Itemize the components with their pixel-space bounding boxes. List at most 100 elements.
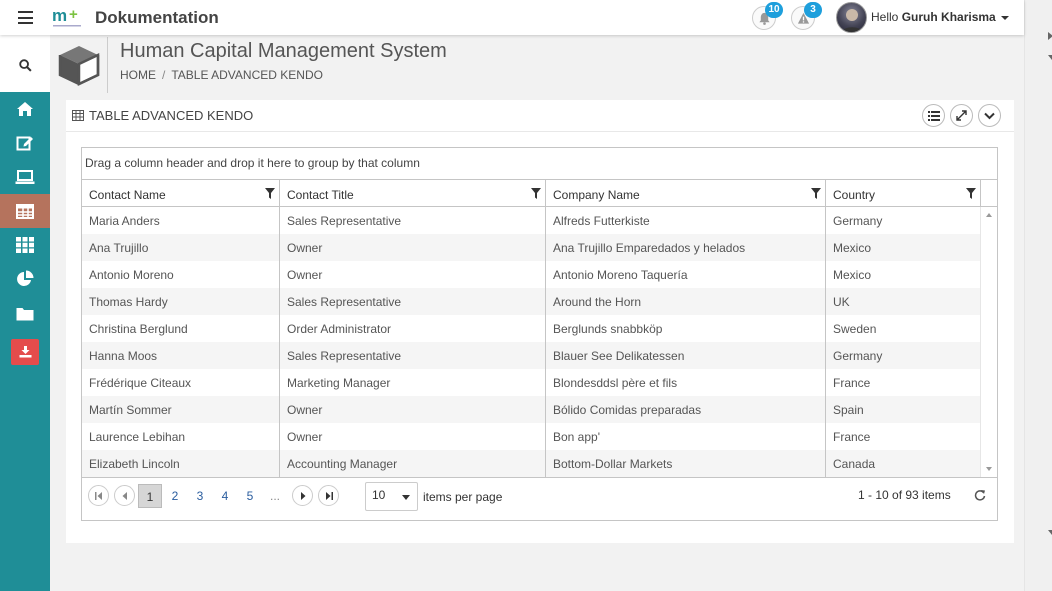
cell-contact-name: Laurence Lebihan (82, 423, 280, 450)
expand-button[interactable] (950, 104, 973, 127)
next-page-button[interactable] (292, 485, 313, 506)
table-row[interactable]: Martín Sommer Owner Bólido Comidas prepa… (82, 396, 980, 423)
sidebar-item-laptop[interactable] (0, 160, 50, 194)
page-button[interactable]: 4 (213, 484, 237, 508)
sidebar-item-download[interactable] (11, 339, 39, 365)
table-row[interactable]: Elizabeth Lincoln Accounting Manager Bot… (82, 450, 980, 477)
first-page-button[interactable] (88, 485, 109, 506)
table-row[interactable]: Laurence Lebihan Owner Bon app' France (82, 423, 980, 450)
table-icon (72, 110, 84, 121)
cell-contact-title: Accounting Manager (280, 450, 546, 477)
sidebar-item-table[interactable] (0, 194, 50, 228)
filter-icon[interactable] (265, 188, 275, 199)
filter-icon[interactable] (531, 188, 541, 199)
table-row[interactable]: Christina Berglund Order Administrator B… (82, 315, 980, 342)
collapse-button[interactable] (978, 104, 1001, 127)
list-view-button[interactable] (922, 104, 945, 127)
page-scrollbar[interactable] (1024, 0, 1052, 591)
table-row[interactable]: Ana Trujillo Owner Ana Trujillo Empareda… (82, 234, 980, 261)
user-name: Guruh Kharisma (901, 10, 996, 24)
column-header-contact-title[interactable]: Contact Title (280, 180, 546, 207)
cell-contact-name: Thomas Hardy (82, 288, 280, 315)
page-more-button[interactable]: ... (263, 484, 287, 508)
home-icon (17, 102, 33, 116)
chevron-down-icon (402, 495, 410, 500)
breadcrumb: HOME / TABLE ADVANCED KENDO (120, 68, 323, 82)
table-row[interactable]: Maria Anders Sales Representative Alfred… (82, 207, 980, 234)
user-menu[interactable]: Hello Guruh Kharisma (871, 10, 996, 24)
alerts-button[interactable]: 3 (791, 2, 822, 30)
prev-page-button[interactable] (114, 485, 135, 506)
column-header-company-name[interactable]: Company Name (546, 180, 826, 207)
table-row[interactable]: Thomas Hardy Sales Representative Around… (82, 288, 980, 315)
scroll-down-arrow[interactable] (1048, 530, 1052, 535)
last-page-button[interactable] (318, 485, 339, 506)
column-header-label: Country (833, 188, 876, 202)
list-icon (927, 110, 940, 121)
cell-company-name: Bólido Comidas preparadas (546, 396, 826, 423)
filter-icon[interactable] (966, 188, 976, 199)
scroll-down-arrow[interactable] (986, 467, 992, 471)
cell-country: Germany (833, 214, 883, 228)
panel-header: TABLE ADVANCED KENDO (66, 100, 1014, 132)
cell-company-name: Alfreds Futterkiste (546, 207, 826, 234)
cell-contact-title: Owner (280, 396, 546, 423)
sidebar-item-grid[interactable] (0, 228, 50, 262)
cell-company-name: Bon app' (546, 423, 826, 450)
download-icon (19, 346, 31, 358)
user-greeting: Hello (871, 10, 899, 24)
filter-icon[interactable] (811, 188, 821, 199)
alert-count-badge: 3 (804, 2, 822, 18)
page-size-value: 10 (372, 488, 386, 502)
sidebar (0, 92, 50, 591)
logo: m + (52, 6, 81, 27)
table-scrollbar[interactable] (980, 207, 997, 477)
cell-country: Sweden (833, 322, 877, 336)
sidebar-search[interactable] (0, 35, 50, 92)
table-row[interactable]: Antonio Moreno Owner Antonio Moreno Taqu… (82, 261, 980, 288)
table-row[interactable]: Frédérique Citeaux Marketing Manager Blo… (82, 369, 980, 396)
menu-icon[interactable] (18, 11, 33, 24)
page-button[interactable]: 2 (163, 484, 187, 508)
column-header-label: Contact Name (89, 188, 166, 202)
svg-text:m: m (52, 6, 67, 25)
refresh-icon[interactable] (974, 489, 986, 501)
expand-icon (956, 110, 967, 121)
scroll-up-arrow[interactable] (986, 213, 992, 217)
sidebar-item-edit[interactable] (0, 126, 50, 160)
column-header-country[interactable]: Country (826, 180, 981, 207)
breadcrumb-current: TABLE ADVANCED KENDO (171, 68, 323, 82)
cell-contact-name: Frédérique Citeaux (82, 369, 280, 396)
table-row[interactable]: Hanna Moos Sales Representative Blauer S… (82, 342, 980, 369)
pager: 1 2 3 4 5 ... 10 items per page 1 - 10 o… (82, 477, 997, 520)
avatar[interactable] (836, 2, 867, 33)
table-icon (16, 203, 34, 219)
cell-contact-name: Antonio Moreno (82, 261, 280, 288)
search-icon[interactable] (19, 59, 32, 72)
cell-contact-title: Owner (280, 261, 546, 288)
app-title: Dokumentation (95, 8, 219, 27)
page-button[interactable]: 5 (238, 484, 262, 508)
sidebar-item-chart[interactable] (0, 262, 50, 296)
sidebar-item-home[interactable] (0, 92, 50, 126)
last-page-icon (325, 491, 333, 500)
cell-company-name: Bottom-Dollar Markets (546, 450, 826, 477)
page-button[interactable]: 3 (188, 484, 212, 508)
chevron-down-icon[interactable] (1001, 16, 1009, 20)
cell-contact-title: Order Administrator (280, 315, 546, 342)
notification-count-badge: 10 (765, 2, 783, 18)
group-drop-area[interactable]: Drag a column header and drop it here to… (82, 148, 997, 179)
chevron-right-icon[interactable] (1048, 32, 1052, 40)
breadcrumb-home[interactable]: HOME (120, 68, 156, 82)
cell-company-name: Around the Horn (546, 288, 826, 315)
page-button[interactable]: 1 (138, 484, 162, 508)
sidebar-item-folder[interactable] (0, 296, 50, 330)
cell-country: Canada (833, 457, 876, 471)
svg-text:+: + (69, 6, 78, 23)
table-body: Maria Anders Sales Representative Alfred… (82, 207, 980, 477)
page-size-select[interactable]: 10 (365, 482, 418, 511)
column-header-contact-name[interactable]: Contact Name (82, 180, 280, 207)
cell-company-name: Ana Trujillo Emparedados y helados (546, 234, 826, 261)
notifications-button[interactable]: 10 (752, 2, 783, 30)
chevron-down-icon[interactable] (1048, 55, 1052, 60)
